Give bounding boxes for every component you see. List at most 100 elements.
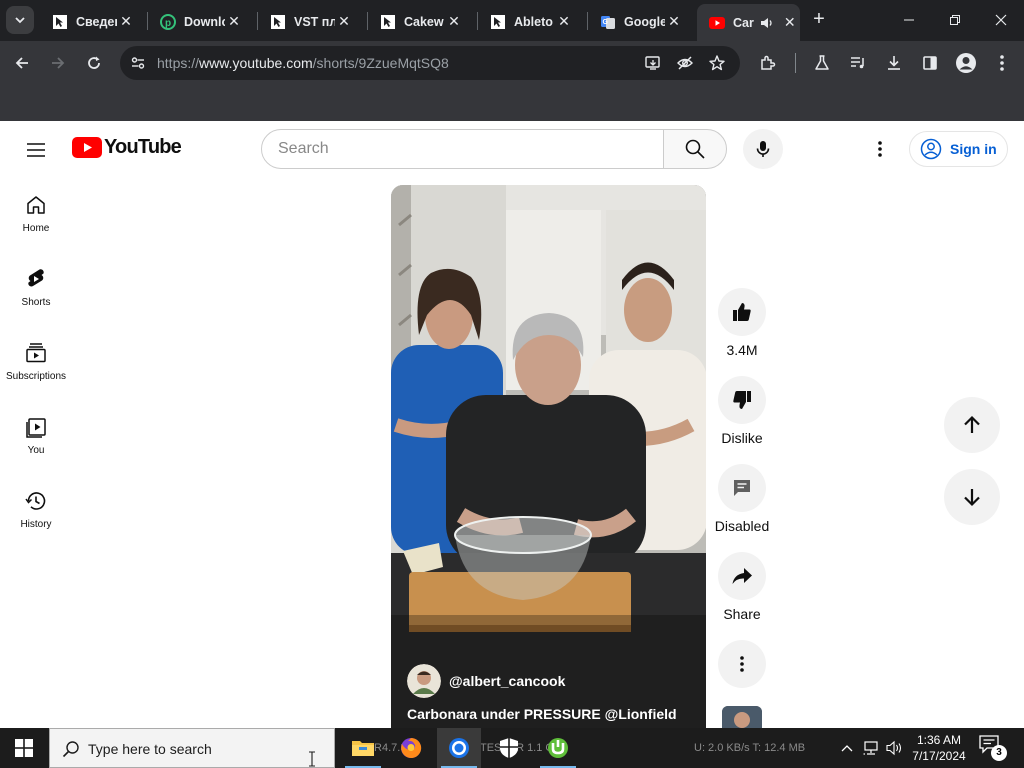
like-action[interactable]: 3.4M	[714, 288, 770, 358]
close-tab-icon[interactable]: ✕	[117, 13, 135, 31]
speaker-icon[interactable]	[760, 16, 774, 30]
more-actions-button[interactable]	[718, 640, 766, 688]
account-circle-icon	[920, 138, 942, 160]
guide-item-you[interactable]: You	[0, 399, 72, 473]
microphone-icon	[756, 141, 770, 157]
taskbar-app-file-explorer[interactable]	[341, 728, 385, 768]
like-button[interactable]	[718, 288, 766, 336]
close-tab-icon[interactable]: ✕	[225, 13, 243, 31]
guide-item-subscriptions[interactable]: Subscriptions	[0, 325, 72, 399]
next-short-button[interactable]	[944, 469, 1000, 525]
close-tab-icon[interactable]: ✕	[335, 13, 353, 31]
browser-tab[interactable]: G Google ✕	[588, 6, 691, 37]
previous-short-button[interactable]	[944, 397, 1000, 453]
download-icon	[888, 56, 900, 70]
close-window-button[interactable]	[978, 0, 1024, 40]
show-hidden-icons-button[interactable]	[836, 728, 858, 768]
taskbar-app-firefox[interactable]	[389, 728, 433, 768]
settings-menu-button[interactable]	[868, 137, 892, 161]
side-panel-icon	[923, 56, 937, 70]
tab-title: VST пл	[294, 14, 335, 29]
tab-search-dropdown-button[interactable]	[6, 6, 34, 34]
search-button[interactable]	[663, 129, 727, 169]
forward-button[interactable]	[44, 49, 72, 77]
volume-button[interactable]	[884, 728, 906, 768]
shorts-icon	[28, 269, 44, 287]
back-button[interactable]	[8, 49, 36, 77]
new-tab-button[interactable]: +	[808, 8, 830, 30]
guide-item-history[interactable]: History	[0, 473, 72, 547]
short-title-mention[interactable]: @Lionfield	[605, 706, 677, 722]
svg-text:G: G	[603, 19, 609, 26]
start-button[interactable]	[0, 728, 48, 768]
search-box[interactable]	[261, 129, 664, 169]
install-app-icon[interactable]	[644, 54, 662, 77]
short-title-text: Carbonara under PRESSURE	[407, 706, 605, 722]
comments-action[interactable]: Disabled	[714, 464, 770, 534]
minimize-window-button[interactable]	[886, 0, 932, 40]
taskbar-clock[interactable]: 1:36 AM 7/17/2024	[906, 732, 972, 764]
guide-menu-button[interactable]	[24, 138, 48, 162]
tab-title: Google	[624, 14, 665, 29]
dislike-action[interactable]: Dislike	[714, 376, 770, 446]
browser-tab[interactable]: VST пл ✕	[258, 6, 361, 37]
bookmark-star-icon[interactable]	[708, 54, 726, 77]
dislike-button[interactable]	[718, 376, 766, 424]
profile-button[interactable]	[952, 49, 980, 77]
tab-title: Downlo	[184, 14, 225, 29]
comments-button[interactable]	[718, 464, 766, 512]
channel-thumbnail-image	[722, 706, 762, 728]
restore-window-button[interactable]	[932, 0, 978, 40]
search-icon	[685, 139, 705, 159]
guide-label: Home	[22, 223, 50, 234]
restore-icon	[950, 15, 960, 25]
media-controls-button[interactable]	[844, 49, 872, 77]
close-tab-icon[interactable]: ✕	[665, 13, 683, 31]
downloads-button[interactable]	[880, 49, 908, 77]
sign-in-button[interactable]: Sign in	[909, 131, 1008, 167]
address-bar[interactable]: https://www.youtube.com/shorts/9ZzueMqtS…	[120, 46, 740, 80]
reload-button[interactable]	[80, 49, 108, 77]
browser-tab[interactable]: Сведен ✕	[40, 6, 143, 37]
shorts-video-player[interactable]: @albert_cancook Carbonara under PRESSURE…	[391, 185, 706, 728]
tab-title: Сведен	[76, 14, 117, 29]
browser-tab[interactable]: Ableto ✕	[478, 6, 581, 37]
guide-item-shorts[interactable]: Shorts	[0, 251, 72, 325]
browser-tab-active[interactable]: Car ✕	[697, 4, 800, 41]
extensions-button[interactable]	[754, 49, 782, 77]
taskbar-search-box[interactable]: Type here to search	[49, 728, 335, 768]
share-button[interactable]	[718, 552, 766, 600]
eye-slash-icon[interactable]	[676, 54, 694, 77]
network-button[interactable]	[860, 728, 882, 768]
action-center-button[interactable]: 3	[978, 734, 1008, 762]
voice-search-button[interactable]	[743, 129, 783, 169]
browser-tab[interactable]: p Downlo ✕	[148, 6, 251, 37]
text-cursor-icon	[309, 751, 315, 767]
arrow-down-icon	[964, 489, 980, 507]
close-tab-icon[interactable]: ✕	[555, 13, 573, 31]
short-title[interactable]: Carbonara under PRESSURE @Lionfield	[407, 706, 677, 722]
youtube-icon	[709, 15, 725, 31]
hamburger-icon	[27, 143, 45, 157]
labs-button[interactable]	[808, 49, 836, 77]
close-tab-icon[interactable]: ✕	[784, 14, 796, 32]
browser-tab[interactable]: Cakew ✕	[368, 6, 471, 37]
youtube-logo[interactable]: YouTube	[72, 136, 182, 159]
site-settings-icon[interactable]	[130, 55, 146, 76]
taskbar-app-utorrent[interactable]	[536, 728, 580, 768]
channel-thumbnail[interactable]	[722, 706, 762, 728]
cursor-page-icon	[270, 14, 286, 30]
search-input[interactable]	[278, 138, 638, 160]
guide-label: Shorts	[21, 297, 51, 308]
guide-item-home[interactable]: Home	[0, 177, 72, 251]
notification-count-badge: 3	[991, 745, 1007, 761]
taskbar-app-security[interactable]	[487, 728, 531, 768]
browser-menu-button[interactable]	[988, 49, 1016, 77]
close-tab-icon[interactable]: ✕	[445, 13, 463, 31]
channel-link[interactable]: @albert_cancook	[407, 664, 565, 698]
side-panel-button[interactable]	[916, 49, 944, 77]
svg-text:p: p	[165, 18, 171, 29]
share-action[interactable]: Share	[714, 552, 770, 622]
more-actions[interactable]	[714, 640, 770, 688]
taskbar-app-chrome[interactable]	[437, 728, 481, 768]
